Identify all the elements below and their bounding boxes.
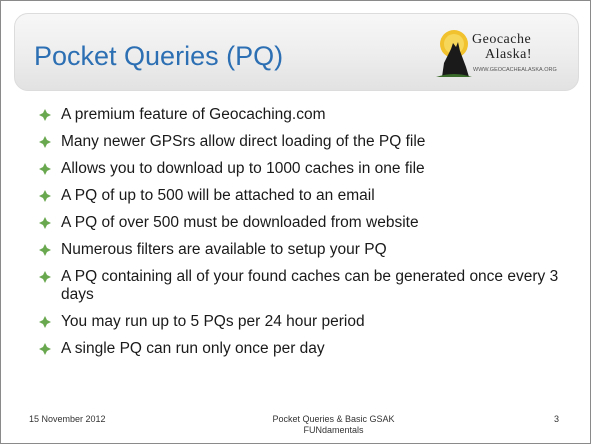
bullet-text: A single PQ can run only once per day	[61, 340, 325, 357]
four-petal-diamond-icon	[39, 343, 51, 355]
bullet-text: A PQ of over 500 must be downloaded from…	[61, 214, 419, 231]
four-petal-diamond-icon	[39, 190, 51, 202]
bullet-item: Allows you to download up to 1000 caches…	[39, 160, 574, 178]
logo-text-geocache: Geocache	[472, 32, 532, 47]
logo-url: WWW.GEOCACHEALASKA.ORG	[473, 67, 557, 73]
bullet-item: Numerous filters are available to setup …	[39, 241, 574, 259]
four-petal-diamond-icon	[39, 244, 51, 256]
bullet-item: A PQ containing all of your found caches…	[39, 268, 574, 304]
bullet-item: A single PQ can run only once per day	[39, 340, 574, 358]
bullet-item: A PQ of up to 500 will be attached to an…	[39, 187, 574, 205]
four-petal-diamond-icon	[39, 217, 51, 229]
bullet-item: A premium feature of Geocaching.com	[39, 106, 574, 124]
slide-title: Pocket Queries (PQ)	[34, 41, 284, 71]
four-petal-diamond-icon	[39, 271, 51, 283]
footer-title: Pocket Queries & Basic GSAK FUNdamentals	[272, 414, 395, 435]
bullet-text: A premium feature of Geocaching.com	[61, 106, 326, 123]
bullet-text: A PQ of up to 500 will be attached to an…	[61, 187, 375, 204]
four-petal-diamond-icon	[39, 136, 51, 148]
footer-date: 15 November 2012	[29, 414, 106, 424]
bullet-text: A PQ containing all of your found caches…	[61, 268, 559, 303]
page-number: 3	[554, 414, 560, 424]
bullet-list: A premium feature of Geocaching.com Many…	[39, 106, 574, 367]
four-petal-diamond-icon	[39, 163, 51, 175]
four-petal-diamond-icon	[39, 316, 51, 328]
bullet-text: Allows you to download up to 1000 caches…	[61, 160, 425, 177]
bullet-text: Numerous filters are available to setup …	[61, 241, 387, 258]
bullet-text: You may run up to 5 PQs per 24 hour peri…	[61, 313, 365, 330]
bullet-item: You may run up to 5 PQs per 24 hour peri…	[39, 313, 574, 331]
four-petal-diamond-icon	[39, 109, 51, 121]
bullet-item: Many newer GPSrs allow direct loading of…	[39, 133, 574, 151]
wolf-moon-icon	[436, 30, 472, 77]
bullet-text: Many newer GPSrs allow direct loading of…	[61, 133, 426, 150]
bullet-item: A PQ of over 500 must be downloaded from…	[39, 214, 574, 232]
slide: Pocket Queries (PQ) Geocache Alaska! WWW…	[0, 0, 591, 444]
logo-text-alaska: Alaska!	[485, 47, 533, 62]
geocache-alaska-logo: Geocache Alaska! WWW.GEOCACHEALASKA.ORG	[434, 29, 564, 79]
